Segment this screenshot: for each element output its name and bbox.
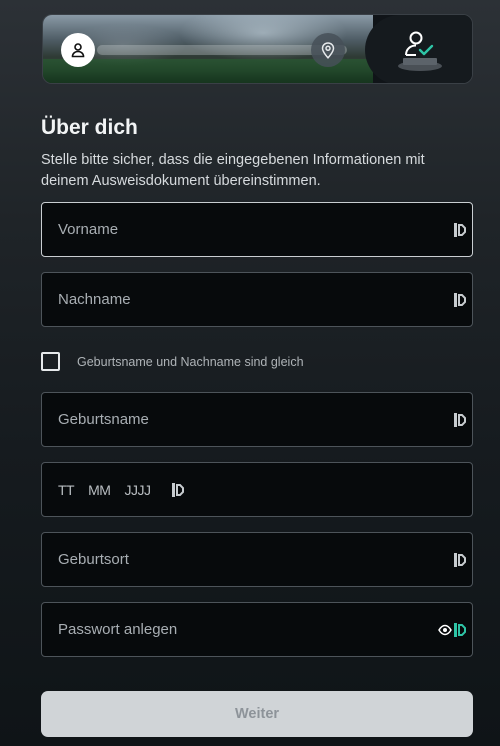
continue-button[interactable]: Weiter	[41, 691, 473, 737]
birth-name-field[interactable]	[41, 392, 473, 447]
step-progress-track	[97, 45, 347, 55]
first-name-field[interactable]	[41, 202, 473, 257]
birth-name-input[interactable]	[42, 393, 472, 446]
user-icon	[71, 43, 85, 58]
location-pin-icon	[321, 41, 335, 59]
password-manager-icon[interactable]	[172, 483, 185, 497]
password-manager-icon[interactable]	[454, 293, 466, 307]
verified-user-icon	[397, 31, 442, 71]
step-verification	[365, 15, 472, 83]
birth-place-field[interactable]	[41, 532, 473, 587]
password-manager-icon[interactable]	[454, 553, 466, 567]
page-title: Über dich	[41, 116, 138, 139]
eye-icon[interactable]	[438, 624, 452, 636]
birth-date-day[interactable]: TT	[58, 482, 75, 498]
same-name-checkbox[interactable]	[41, 352, 60, 371]
progress-stepper	[42, 14, 473, 84]
password-manager-icon[interactable]	[454, 623, 466, 637]
password-manager-icon[interactable]	[454, 223, 466, 237]
birth-place-input[interactable]	[42, 533, 472, 586]
step-address	[311, 33, 345, 67]
birth-date-field[interactable]: TT MM JJJJ	[41, 462, 473, 517]
birth-date-year[interactable]: JJJJ	[124, 482, 151, 498]
password-field[interactable]	[41, 602, 473, 657]
birth-date-input[interactable]: TT MM JJJJ	[58, 482, 185, 498]
step-personal-data	[61, 33, 95, 67]
page-subtitle: Stelle bitte sicher, dass die eingegeben…	[41, 152, 425, 189]
password-manager-icon[interactable]	[454, 413, 466, 427]
same-name-checkbox-row[interactable]: Geburtsname und Nachname sind gleich	[41, 352, 304, 371]
first-name-input[interactable]	[42, 203, 472, 256]
password-input[interactable]	[42, 603, 472, 656]
last-name-input[interactable]	[42, 273, 472, 326]
birth-date-month[interactable]: MM	[88, 482, 111, 498]
same-name-checkbox-label: Geburtsname und Nachname sind gleich	[77, 354, 304, 369]
last-name-field[interactable]	[41, 272, 473, 327]
